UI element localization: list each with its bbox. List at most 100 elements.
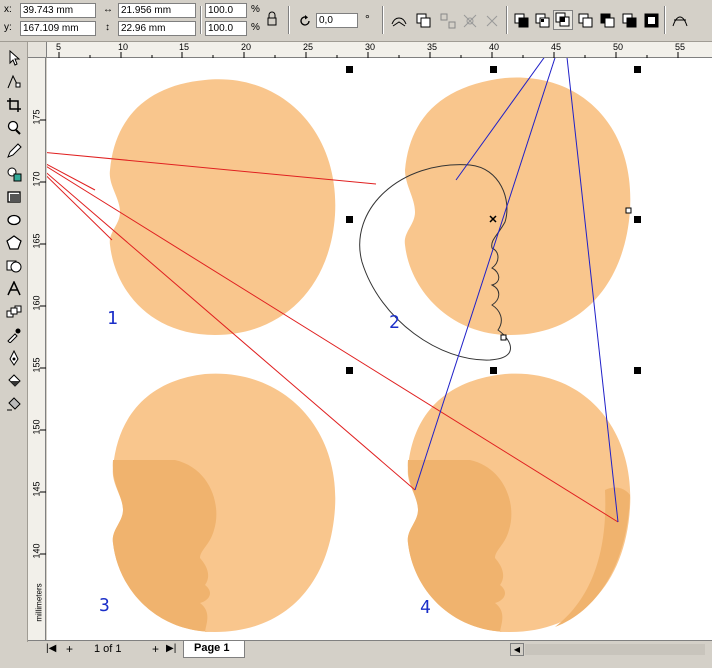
combine-button[interactable] xyxy=(414,11,434,31)
ruler-tick-label: 165 xyxy=(31,233,42,249)
scale-y-unit: % xyxy=(251,22,260,33)
separator xyxy=(200,6,202,34)
shape-1[interactable] xyxy=(109,79,336,336)
node-handle[interactable] xyxy=(625,207,632,214)
height-field[interactable]: 22.96 mm xyxy=(118,21,196,36)
label-3: 3 xyxy=(99,595,110,616)
simplify-icon xyxy=(578,13,593,28)
intersect-icon xyxy=(555,12,570,27)
weld-button[interactable] xyxy=(512,11,532,31)
smart-fill-icon xyxy=(7,167,22,182)
y-position-field[interactable]: 167.109 mm xyxy=(20,21,96,36)
ruler-tick-label: 160 xyxy=(31,295,42,311)
break-apart-button[interactable] xyxy=(438,11,458,31)
polygon-tool[interactable] xyxy=(3,233,25,253)
shape-3-shadow[interactable] xyxy=(112,460,217,632)
simplify-button[interactable] xyxy=(576,11,596,31)
separator xyxy=(382,6,384,34)
x-position-field[interactable]: 39.743 mm xyxy=(20,3,96,18)
scale-x-field[interactable]: 100.0 xyxy=(205,3,247,18)
pen-icon xyxy=(7,143,22,158)
ellipse-tool[interactable] xyxy=(3,210,25,230)
arrow-icon xyxy=(9,50,21,66)
text-tool[interactable] xyxy=(3,279,25,299)
outline-tool[interactable] xyxy=(3,348,25,368)
rotation-field[interactable]: 0,0 xyxy=(316,13,358,28)
back-minus-front-icon xyxy=(622,13,637,28)
shape-tool[interactable] xyxy=(3,72,25,92)
ruler-tick-label: 10 xyxy=(118,42,129,52)
back-minus-front-button[interactable] xyxy=(620,11,640,31)
ruler-tick-label: 150 xyxy=(31,419,42,435)
basic-shapes-tool[interactable] xyxy=(3,256,25,276)
ruler-tick-label: 175 xyxy=(31,109,42,125)
ungroup-icon xyxy=(486,15,498,27)
label-4: 4 xyxy=(420,597,431,618)
lock-icon xyxy=(267,11,277,26)
first-page-button[interactable]: |◀ xyxy=(46,643,56,654)
bucket-icon xyxy=(8,374,21,387)
ellipse-icon xyxy=(7,214,21,226)
label-2: 2 xyxy=(389,312,400,333)
eyedropper-icon xyxy=(7,328,21,343)
weld-icon xyxy=(514,13,529,28)
interactive-fill-tool[interactable] xyxy=(3,394,25,414)
ungroup-button[interactable] xyxy=(482,11,502,31)
group-icon xyxy=(463,14,477,28)
last-page-button[interactable]: ▶| xyxy=(166,643,176,654)
boundary-button[interactable] xyxy=(642,11,662,31)
intersect-button[interactable] xyxy=(553,10,573,30)
convert-to-curves-button[interactable] xyxy=(670,11,690,31)
label-1: 1 xyxy=(107,308,118,329)
separator xyxy=(664,6,666,34)
add-page-after-button[interactable]: + xyxy=(152,642,159,656)
crop-tool[interactable] xyxy=(3,95,25,115)
horizontal-scrollbar[interactable] xyxy=(525,644,705,655)
shape-2[interactable] xyxy=(404,77,631,335)
freehand-tool[interactable] xyxy=(3,141,25,161)
ruler-tick-label: 30 xyxy=(365,42,376,52)
zoom-tool[interactable] xyxy=(3,118,25,138)
scroll-left-button[interactable]: ◀ xyxy=(510,643,524,656)
vertical-ruler[interactable]: 175 170 165 160 155 150 145 140 millimet… xyxy=(28,58,46,640)
ruler-unit-label: millimeters xyxy=(34,583,44,622)
mirror-button[interactable] xyxy=(389,11,409,31)
ruler-tick-label: 140 xyxy=(31,543,42,559)
ruler-corner[interactable] xyxy=(28,42,47,58)
lock-ratio-button[interactable] xyxy=(264,10,280,28)
horizontal-ruler[interactable]: 5 10 15 20 25 30 35 40 45 50 55 xyxy=(47,42,712,58)
front-minus-back-button[interactable] xyxy=(598,11,618,31)
status-bar xyxy=(0,658,712,668)
ruler-tick-label: 50 xyxy=(613,42,624,52)
group-button[interactable] xyxy=(460,11,480,31)
rectangle-tool[interactable] xyxy=(3,187,25,207)
ruler-tick-label: 25 xyxy=(303,42,314,52)
page-tab[interactable]: Page 1 xyxy=(183,641,245,658)
width-field[interactable]: 21.956 mm xyxy=(118,3,196,18)
pick-tool[interactable] xyxy=(3,48,25,68)
eyedropper-tool[interactable] xyxy=(3,325,25,345)
node-handle[interactable] xyxy=(500,334,507,341)
scale-x-unit: % xyxy=(251,4,260,15)
rotate-button[interactable] xyxy=(295,11,315,31)
x-label: x: xyxy=(4,4,12,15)
outline-pen-icon xyxy=(9,350,19,366)
separator xyxy=(288,6,290,34)
drawing-canvas[interactable]: 1 2 3 4 xyxy=(47,58,712,640)
property-bar: x: 39.743 mm y: 167.109 mm ↔ 21.956 mm ↕… xyxy=(0,0,712,42)
drawing-surface xyxy=(47,58,641,632)
y-label: y: xyxy=(4,22,12,33)
fill-tool[interactable] xyxy=(3,371,25,391)
boundary-icon xyxy=(644,13,659,28)
add-page-before-button[interactable]: + xyxy=(66,642,73,656)
scale-y-field[interactable]: 100.0 xyxy=(205,21,247,36)
rectangle-icon xyxy=(7,191,21,203)
ruler-tick-label: 55 xyxy=(675,42,686,52)
interactive-blend-tool[interactable] xyxy=(3,302,25,322)
rotate-icon xyxy=(300,15,310,26)
ruler-tick-label: 35 xyxy=(427,42,438,52)
ruler-tick-label: 5 xyxy=(56,42,62,52)
smart-fill-tool[interactable] xyxy=(3,164,25,184)
trim-button[interactable] xyxy=(533,11,553,31)
text-icon xyxy=(7,281,21,296)
